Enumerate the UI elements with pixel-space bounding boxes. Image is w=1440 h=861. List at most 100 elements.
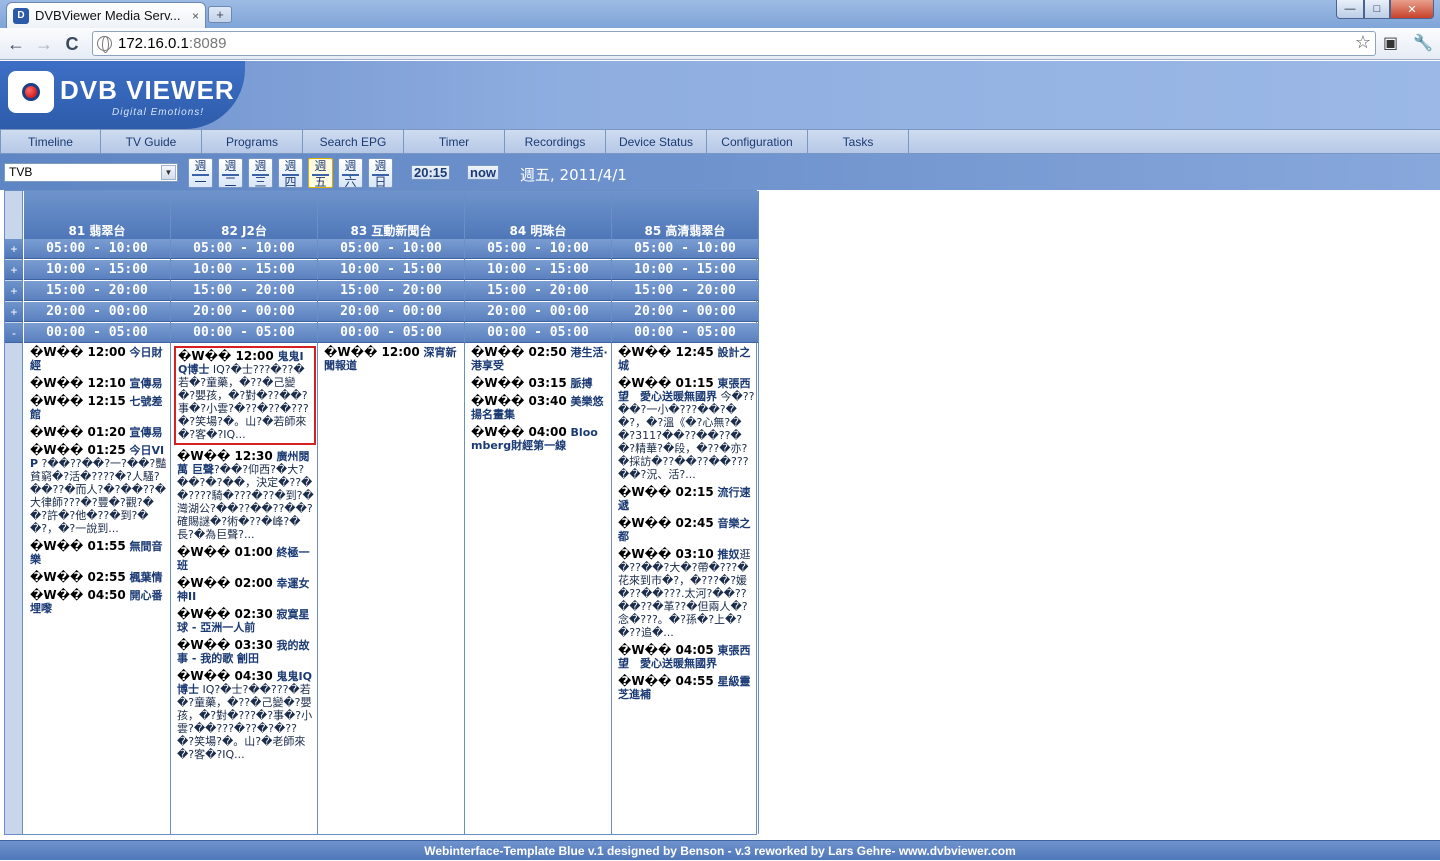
time-slot-cell[interactable]: 10:00 - 15:00	[465, 260, 612, 280]
program-item[interactable]: �W�� 01:25 今日VIP ?��??��?一?��?豔貧窮�?活�???…	[30, 444, 167, 536]
channel-name[interactable]: 81 翡翠台	[24, 222, 170, 239]
menu-timer[interactable]: Timer	[404, 130, 505, 153]
menu-programs[interactable]: Programs	[202, 130, 303, 153]
time-slot-cell[interactable]: 20:00 - 00:00	[318, 302, 465, 322]
program-item[interactable]: �W�� 01:00 終極一班	[177, 546, 314, 573]
time-slot-cell[interactable]: 15:00 - 20:00	[24, 281, 171, 301]
tab-title: DVBViewer Media Serv...	[35, 8, 181, 23]
time-slot-cell[interactable]: 05:00 - 10:00	[171, 239, 318, 259]
menu-device-status[interactable]: Device Status	[606, 130, 707, 153]
program-item[interactable]: �W�� 04:00 Bloomberg財經第一線	[471, 426, 608, 453]
time-slot-cell[interactable]: 10:00 - 15:00	[24, 260, 171, 280]
expand-icon[interactable]: +	[5, 281, 23, 301]
time-slot-cell[interactable]: 00:00 - 05:00	[24, 323, 171, 343]
program-item[interactable]: �W�� 01:55 無間音樂	[30, 540, 167, 567]
time-slot-cell[interactable]: 05:00 - 10:00	[24, 239, 171, 259]
program-item[interactable]: �W�� 01:15 東張西望 愛心送暖無國界 今�??��?一小�???��?…	[618, 377, 755, 482]
expand-icon[interactable]: +	[5, 302, 23, 322]
menu-search-epg[interactable]: Search EPG	[303, 130, 404, 153]
time-slot-cell[interactable]: 00:00 - 05:00	[465, 323, 612, 343]
program-list: �W�� 12:00 深宵新聞報道	[318, 343, 465, 377]
day-button-5[interactable]: 週五	[308, 158, 333, 189]
program-item[interactable]: �W�� 12:00 深宵新聞報道	[324, 346, 461, 373]
time-slot-cell[interactable]: 00:00 - 05:00	[612, 323, 759, 343]
time-slot-cell[interactable]: 00:00 - 05:00	[171, 323, 318, 343]
bookmark-star-icon[interactable]: ☆	[1355, 32, 1371, 53]
new-tab-button[interactable]: +	[208, 6, 232, 23]
channel-name[interactable]: 84 明珠台	[465, 222, 611, 239]
time-slot-cell[interactable]: 15:00 - 20:00	[612, 281, 759, 301]
tab-close-icon[interactable]: ×	[192, 9, 199, 23]
time-slot-cell[interactable]: 20:00 - 00:00	[465, 302, 612, 322]
minimize-button[interactable]: —	[1336, 0, 1364, 19]
page-action-icon[interactable]: ▣	[1383, 33, 1398, 53]
time-slot-cell[interactable]: 20:00 - 00:00	[171, 302, 318, 322]
time-slot-cell[interactable]: 10:00 - 15:00	[171, 260, 318, 280]
current-time-button[interactable]: 20:15	[411, 165, 451, 180]
channel-select[interactable]: TVB ▼	[4, 163, 178, 182]
program-item[interactable]: �W�� 03:10 推奴逛�??��?大�?帶�???�花來到市�?，�???…	[618, 548, 755, 640]
reload-icon[interactable]: C	[60, 32, 84, 56]
channel-name[interactable]: 82 J2台	[171, 222, 317, 239]
menu-recordings[interactable]: Recordings	[505, 130, 606, 153]
now-button[interactable]: now	[467, 165, 499, 180]
time-slot-cell[interactable]: 10:00 - 15:00	[318, 260, 465, 280]
program-item[interactable]: �W�� 02:50 港生活·港享受	[471, 346, 608, 373]
wrench-icon[interactable]: 🔧	[1413, 33, 1433, 53]
program-item[interactable]: �W�� 02:15 流行速遞	[618, 486, 755, 513]
time-slot-cell[interactable]: 10:00 - 15:00	[612, 260, 759, 280]
day-button-3[interactable]: 週三	[248, 158, 273, 189]
program-item[interactable]: �W�� 03:40 美樂悠揚名畫集	[471, 395, 608, 422]
menu-timeline[interactable]: Timeline	[0, 130, 101, 153]
program-item[interactable]: �W�� 12:10 宣傳易	[30, 377, 167, 391]
day-button-7[interactable]: 週日	[368, 158, 393, 189]
day-button-4[interactable]: 週四	[278, 158, 303, 189]
program-item[interactable]: �W�� 03:30 我的故事 - 我的歌 劊田	[177, 639, 314, 666]
program-item[interactable]: �W�� 12:30 廣州閱萬 巨聲?��?仰西?�大?��?�?��，決定�?…	[177, 450, 314, 542]
time-slot-cell[interactable]: 05:00 - 10:00	[612, 239, 759, 259]
time-slot-cell[interactable]: 20:00 - 00:00	[612, 302, 759, 322]
menu-configuration[interactable]: Configuration	[707, 130, 808, 153]
menu-tv-guide[interactable]: TV Guide	[101, 130, 202, 153]
program-item[interactable]: �W�� 12:45 設計之城	[618, 346, 755, 373]
program-item[interactable]: �W�� 12:15 七號差館	[30, 395, 167, 422]
program-item[interactable]: �W�� 02:45 音樂之都	[618, 517, 755, 544]
program-time: �W�� 12:00	[178, 349, 274, 363]
time-slot-cell[interactable]: 05:00 - 10:00	[318, 239, 465, 259]
menu-tasks[interactable]: Tasks	[808, 130, 909, 153]
day-button-6[interactable]: 週六	[338, 158, 363, 189]
time-slot-cell[interactable]: 15:00 - 20:00	[171, 281, 318, 301]
forward-arrow-icon[interactable]: →	[32, 32, 56, 56]
dvbviewer-logo-icon[interactable]	[8, 71, 54, 113]
time-slot-cell[interactable]: 00:00 - 05:00	[318, 323, 465, 343]
program-item[interactable]: �W�� 04:30 鬼鬼IQ博士 IQ?�士?��???�若�?童藥，�??�…	[177, 669, 314, 762]
program-item[interactable]: �W�� 12:00 今日財經	[30, 346, 167, 373]
channel-name[interactable]: 85 高清翡翠台	[612, 222, 758, 239]
address-bar[interactable]: 172.16.0.1 :8089 ☆	[92, 31, 1376, 56]
program-item[interactable]: �W�� 04:55 星級靈芝進補	[618, 675, 755, 702]
browser-tab[interactable]: D DVBViewer Media Serv... ×	[6, 2, 206, 28]
program-item[interactable]: �W�� 01:20 宣傳易	[30, 426, 167, 440]
program-item[interactable]: �W�� 02:00 幸運女神II	[177, 577, 314, 604]
maximize-button[interactable]: □	[1364, 0, 1390, 19]
program-item[interactable]: �W�� 04:05 東張西望 愛心送暖無國界	[618, 644, 755, 671]
expand-icon[interactable]: +	[5, 260, 23, 280]
channel-name[interactable]: 83 互動新聞台	[318, 222, 464, 239]
program-item[interactable]: �W�� 02:55 楓葉情	[30, 571, 167, 585]
collapse-icon[interactable]: -	[5, 323, 23, 343]
back-arrow-icon[interactable]: ←	[4, 32, 28, 56]
program-item[interactable]: �W�� 03:15 脈搏	[471, 377, 608, 391]
program-item[interactable]: �W�� 04:50 開心番埋嚟	[30, 589, 167, 616]
program-item[interactable]: �W�� 02:30 寂寞星球 - 亞洲一人前	[177, 608, 314, 635]
close-window-button[interactable]: ✕	[1390, 0, 1434, 19]
time-slot-cell[interactable]: 15:00 - 20:00	[318, 281, 465, 301]
program-item[interactable]: �W�� 12:00 鬼鬼IQ博士 IQ?�士???�??�若�?童藥，�??�…	[174, 346, 316, 445]
time-slot-cell[interactable]: 05:00 - 10:00	[465, 239, 612, 259]
time-slot-cell[interactable]: 20:00 - 00:00	[24, 302, 171, 322]
expand-icon[interactable]: +	[5, 239, 23, 259]
day-button-1[interactable]: 週一	[188, 158, 213, 189]
day-button-2[interactable]: 週二	[218, 158, 243, 189]
program-time: �W�� 04:30	[177, 669, 273, 683]
chevron-down-icon[interactable]: ▼	[161, 165, 176, 180]
time-slot-cell[interactable]: 15:00 - 20:00	[465, 281, 612, 301]
